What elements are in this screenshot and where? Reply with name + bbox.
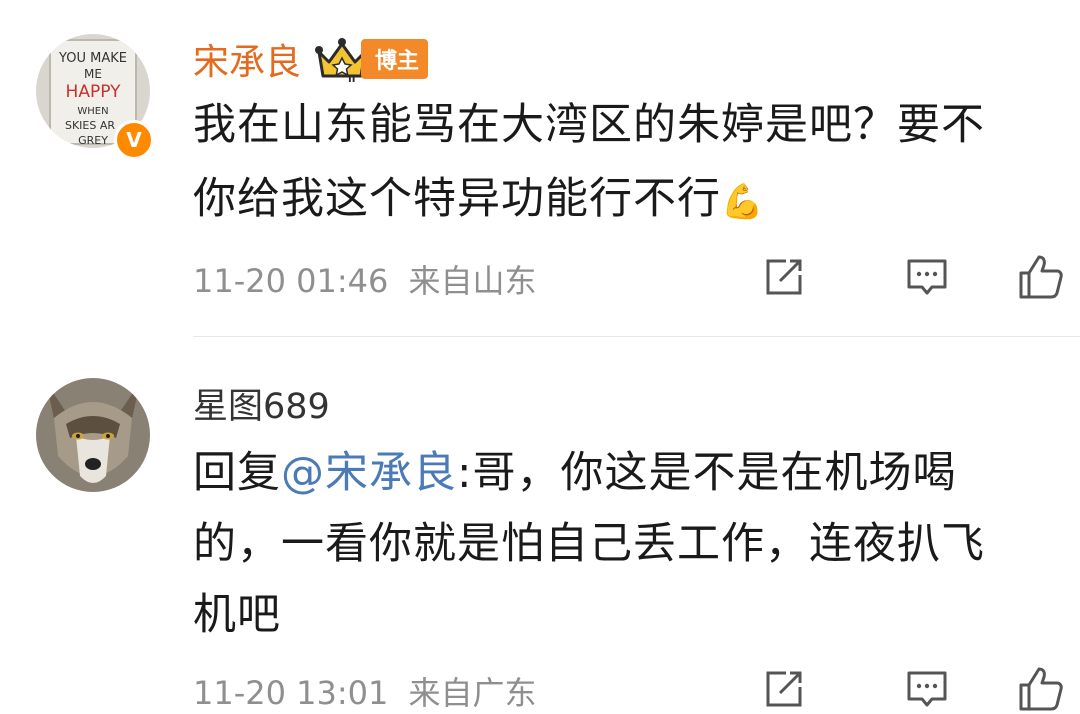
share-icon (766, 671, 802, 707)
comment-actions (756, 252, 1080, 302)
like-button[interactable] (984, 252, 1080, 302)
divider (193, 336, 1080, 337)
location: 来自山东 (408, 262, 537, 300)
verified-badge-icon: V (114, 120, 154, 160)
like-icon (1019, 667, 1063, 711)
role-tag: II 博主 (315, 36, 429, 82)
reply-prefix: 回复 (193, 448, 281, 498)
comment-icon (907, 671, 947, 707)
username[interactable]: 星图689 (193, 378, 330, 429)
comment-meta: 11-20 13:01 来自广东 (193, 668, 537, 714)
timestamp: 11-20 13:01 (193, 674, 389, 712)
avatar-sign-line: YOU MAKE (58, 51, 127, 66)
like-button[interactable] (984, 664, 1080, 714)
share-icon (766, 259, 802, 295)
svg-text:II: II (348, 74, 355, 82)
like-icon (1019, 255, 1063, 299)
comment-item: 星图689 回复@宋承良:哥，你这是不是在机场喝的，一看你就是怕自己丢工作，连夜… (0, 340, 1080, 712)
avatar-sign-line: HAPPY (66, 82, 122, 102)
reply-button[interactable] (870, 664, 984, 714)
comment-body: 我在山东能骂在大湾区的朱婷是吧？要不你给我这个特异功能行不行 (193, 100, 985, 224)
comment-text: 回复@宋承良:哥，你这是不是在机场喝的，一看你就是怕自己丢工作，连夜扒飞机吧 (193, 438, 1023, 651)
username[interactable]: 宋承良 (193, 33, 301, 85)
location: 来自广东 (408, 674, 537, 712)
avatar-sign-line: SKIES AR (65, 119, 115, 132)
flexed-biceps-emoji: 💪 (721, 182, 765, 222)
timestamp: 11-20 01:46 (193, 262, 389, 300)
avatar-sign-line: ME (84, 67, 102, 81)
avatar[interactable] (36, 378, 150, 492)
comment-item: YOU MAKE ME HAPPY WHEN SKIES AR GREY V 宋… (0, 0, 1080, 340)
comment-meta: 11-20 01:46 来自山东 (193, 256, 537, 302)
comment-icon (907, 259, 947, 295)
avatar-sign-line: WHEN (77, 106, 108, 117)
share-button[interactable] (756, 664, 812, 714)
comment-text: 我在山东能骂在大湾区的朱婷是吧？要不你给我这个特异功能行不行💪 (193, 88, 1023, 239)
role-tag-label: 博主 (361, 39, 429, 79)
reply-mention-link[interactable]: @宋承良 (281, 448, 457, 498)
reply-button[interactable] (870, 252, 984, 302)
comment-actions (756, 664, 1080, 714)
avatar-sign-line: GREY (78, 134, 108, 147)
share-button[interactable] (756, 252, 812, 302)
